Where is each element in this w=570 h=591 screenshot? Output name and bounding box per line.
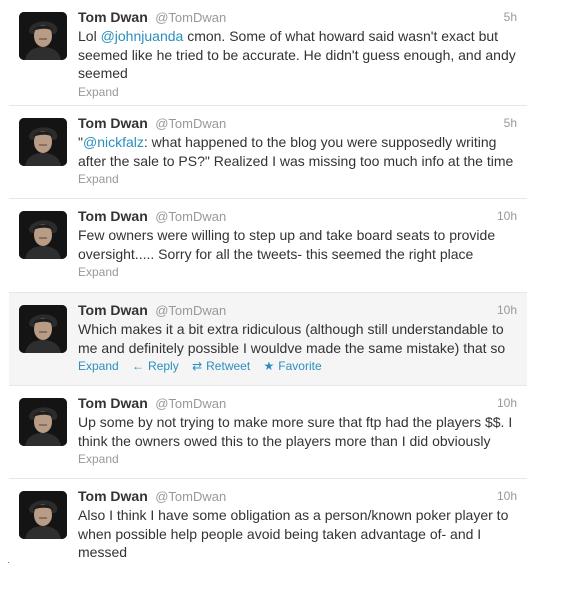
- tweet-item[interactable]: Tom Dwan @TomDwan 10h Up some by not try…: [9, 386, 527, 479]
- tweet-timestamp[interactable]: 10h: [497, 488, 517, 505]
- retweet-button[interactable]: ⇄ Retweet: [192, 358, 250, 374]
- tweet-text: Also I think I have some obligation as a…: [78, 507, 509, 560]
- tweet-author-handle[interactable]: @TomDwan: [155, 10, 226, 25]
- tweet-timestamp[interactable]: 5h: [504, 9, 517, 26]
- avatar[interactable]: [19, 118, 67, 166]
- avatar-photo-icon: [19, 12, 67, 60]
- tweet-author-handle[interactable]: @TomDwan: [155, 116, 226, 131]
- tweet-author-name[interactable]: Tom Dwan: [78, 488, 148, 504]
- star-icon: ★: [263, 359, 275, 373]
- avatar-photo-icon: [19, 398, 67, 446]
- expand-link[interactable]: Expand: [78, 171, 119, 187]
- tweet-text-segment: Lol: [78, 28, 101, 44]
- avatar[interactable]: [19, 12, 67, 60]
- tweet-text: Up some by not trying to make more sure …: [78, 414, 513, 449]
- tweet-item[interactable]: Tom Dwan @TomDwan 5h "@nickfalz: what ha…: [9, 106, 527, 199]
- expand-link[interactable]: Expand: [78, 358, 119, 374]
- tweet-author-name[interactable]: Tom Dwan: [78, 115, 148, 131]
- stray-pixel: [8, 562, 9, 563]
- tweet-timeline: Tom Dwan @TomDwan 5h Lol @johnjuanda cmo…: [9, 0, 527, 575]
- reply-button[interactable]: ← Reply: [132, 358, 179, 374]
- favorite-label: Favorite: [278, 359, 322, 373]
- tweet-author-name[interactable]: Tom Dwan: [78, 302, 148, 318]
- retweet-icon: ⇄: [192, 359, 203, 373]
- tweet-timestamp[interactable]: 10h: [497, 208, 517, 225]
- mention-link[interactable]: @johnjuanda: [101, 28, 184, 44]
- tweet-author-handle[interactable]: @TomDwan: [155, 303, 226, 318]
- avatar[interactable]: [19, 211, 67, 259]
- expand-link[interactable]: Expand: [78, 451, 119, 467]
- reply-label: Reply: [148, 359, 179, 373]
- favorite-button[interactable]: ★ Favorite: [264, 358, 322, 374]
- tweet-text: Few owners were willing to step up and t…: [78, 227, 496, 262]
- tweet-author-handle[interactable]: @TomDwan: [155, 396, 226, 411]
- tweet-text: "@nickfalz: what happened to the blog yo…: [78, 133, 517, 170]
- tweet-text: Which makes it a bit extra ridiculous (a…: [78, 321, 506, 356]
- expand-link[interactable]: Expand: [78, 264, 119, 280]
- avatar[interactable]: [19, 491, 67, 539]
- tweet-timestamp[interactable]: 10h: [497, 302, 517, 319]
- avatar-photo-icon: [19, 491, 67, 539]
- tweet-item[interactable]: Tom Dwan @TomDwan 10h Also I think I hav…: [9, 479, 527, 575]
- tweet-author-handle[interactable]: @TomDwan: [155, 489, 226, 504]
- avatar-photo-icon: [19, 211, 67, 259]
- avatar-photo-icon: [19, 305, 67, 353]
- tweet-item[interactable]: Tom Dwan @TomDwan 5h Lol @johnjuanda cmo…: [9, 0, 527, 106]
- expand-link[interactable]: Expand: [78, 84, 119, 100]
- tweet-author-name[interactable]: Tom Dwan: [78, 208, 148, 224]
- tweet-item[interactable]: Tom Dwan @TomDwan 10h Which makes it a b…: [9, 293, 527, 386]
- tweet-timestamp[interactable]: 5h: [504, 115, 517, 132]
- tweet-author-name[interactable]: Tom Dwan: [78, 395, 148, 411]
- avatar-photo-icon: [19, 118, 67, 166]
- avatar[interactable]: [19, 305, 67, 353]
- tweet-item[interactable]: Tom Dwan @TomDwan 10h Few owners were wi…: [9, 199, 527, 293]
- avatar[interactable]: [19, 398, 67, 446]
- tweet-author-handle[interactable]: @TomDwan: [155, 209, 226, 224]
- retweet-label: Retweet: [206, 359, 251, 373]
- tweet-author-name[interactable]: Tom Dwan: [78, 9, 148, 25]
- tweet-text: Lol @johnjuanda cmon. Some of what howar…: [78, 27, 517, 83]
- tweet-timestamp[interactable]: 10h: [497, 395, 517, 412]
- tweet-text-segment: : what happened to the blog you were sup…: [78, 134, 514, 169]
- reply-arrow-icon: ←: [132, 359, 145, 373]
- mention-link[interactable]: @nickfalz: [83, 134, 144, 150]
